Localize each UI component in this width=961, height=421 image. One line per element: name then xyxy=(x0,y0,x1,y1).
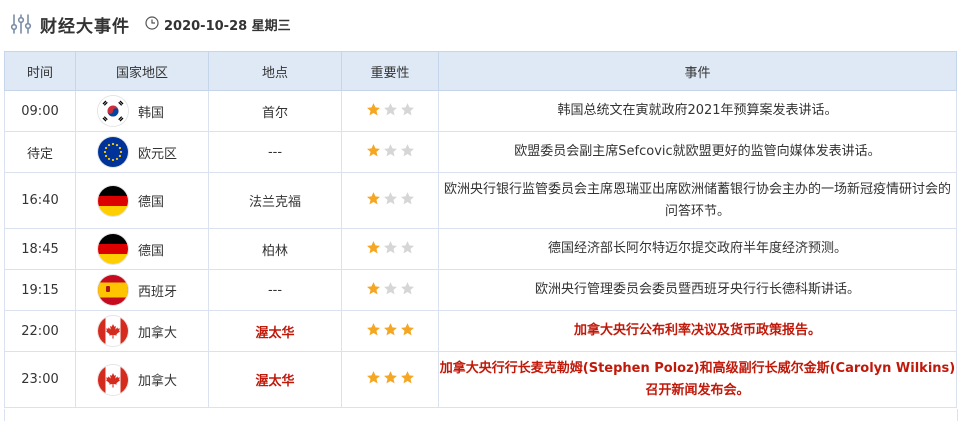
country-name: 韩国 xyxy=(138,105,165,121)
star-icon xyxy=(383,371,397,384)
table-row: 22:00 加拿大 渥太华 加拿大央行公布利率决议及货币政策报告。 xyxy=(4,310,957,352)
page-header: 财经大事件 2020-10-28 星期三 xyxy=(0,0,961,50)
eu-flag-icon xyxy=(98,137,128,167)
star-icon xyxy=(366,102,380,115)
table-row: 23:00 加拿大 渥太华 加拿大央行行长麦克勒姆(Stephen Poloz)和高级… xyxy=(4,351,957,408)
table-row: 09:00 韩国 首尔 韩国总统文在寅就政府2021年预算案发表讲话。 xyxy=(4,90,957,132)
country-cell: 西班牙 xyxy=(75,269,209,311)
importance-stars xyxy=(366,281,415,296)
time-cell: 待定 xyxy=(4,131,76,173)
column-header-importance: 重要性 xyxy=(341,51,439,91)
importance-cell xyxy=(341,351,439,408)
importance-stars xyxy=(366,240,415,255)
star-icon xyxy=(400,371,414,384)
country-name: 德国 xyxy=(138,243,165,259)
importance-cell xyxy=(341,228,439,270)
location-cell: 柏林 xyxy=(208,228,342,270)
clock-icon xyxy=(145,16,159,30)
country-name: 西班牙 xyxy=(138,284,178,300)
time-cell: 19:15 xyxy=(4,269,76,311)
event-cell: 加拿大央行公布利率决议及货币政策报告。 xyxy=(438,310,957,352)
star-icon xyxy=(400,143,414,156)
star-icon xyxy=(366,281,380,294)
location-cell: 法兰克福 xyxy=(208,172,342,229)
events-table: 时间 国家地区 地点 重要性 事件 09:00 韩国 首尔 韩国总统文在寅就政府202… xyxy=(4,51,957,408)
importance-stars xyxy=(366,370,415,385)
star-icon xyxy=(400,322,414,335)
country-cell: 欧元区 xyxy=(75,131,209,173)
event-cell: 加拿大央行行长麦克勒姆(Stephen Poloz)和高级副行长威尔金斯(Car… xyxy=(438,351,957,408)
star-icon xyxy=(400,102,414,115)
canada-flag-icon xyxy=(98,316,128,346)
country-name: 欧元区 xyxy=(138,146,178,162)
south-korea-flag-icon xyxy=(98,96,128,126)
importance-cell xyxy=(341,310,439,352)
column-header-country: 国家地区 xyxy=(75,51,209,91)
location-cell: 渥太华 xyxy=(208,351,342,408)
country-cell: 加拿大 xyxy=(75,310,209,352)
star-icon xyxy=(383,240,397,253)
time-cell: 18:45 xyxy=(4,228,76,270)
importance-stars xyxy=(366,143,415,158)
star-icon xyxy=(383,102,397,115)
importance-stars xyxy=(366,191,415,206)
star-icon xyxy=(366,192,380,205)
event-cell: 欧洲央行银行监管委员会主席恩瑞亚出席欧洲储蓄银行协会主办的一场新冠疫情研讨会的问… xyxy=(438,172,957,229)
location-cell: 首尔 xyxy=(208,90,342,132)
importance-stars xyxy=(366,102,415,117)
importance-cell xyxy=(341,90,439,132)
table-row: 待定 欧元区 --- 欧盟委员会副主席Sefcovic就欧盟更好的监管向媒体发表讲话。 xyxy=(4,131,957,173)
importance-cell xyxy=(341,172,439,229)
column-header-location: 地点 xyxy=(208,51,342,91)
importance-cell xyxy=(341,269,439,311)
event-cell: 德国经济部长阿尔特迈尔提交政府半年度经济预测。 xyxy=(438,228,957,270)
star-icon xyxy=(400,192,414,205)
time-cell: 22:00 xyxy=(4,310,76,352)
star-icon xyxy=(366,143,380,156)
spain-flag-icon xyxy=(98,275,128,305)
star-icon xyxy=(383,192,397,205)
country-cell: 韩国 xyxy=(75,90,209,132)
location-cell: 渥太华 xyxy=(208,310,342,352)
event-cell: 欧盟委员会副主席Sefcovic就欧盟更好的监管向媒体发表讲话。 xyxy=(438,131,957,173)
table-row: 16:40 德国 法兰克福 欧洲央行银行监管委员会主席恩瑞亚出席欧洲储蓄银行协会主办的… xyxy=(4,172,957,229)
country-name: 加拿大 xyxy=(138,374,178,389)
germany-flag-icon xyxy=(98,234,128,264)
table-header-row: 时间 国家地区 地点 重要性 事件 xyxy=(4,51,957,91)
table-row: 18:45 德国 柏林 德国经济部长阿尔特迈尔提交政府半年度经济预测。 xyxy=(4,228,957,270)
star-icon xyxy=(366,371,380,384)
time-cell: 09:00 xyxy=(4,90,76,132)
star-icon xyxy=(400,281,414,294)
column-header-time: 时间 xyxy=(4,51,76,91)
location-cell: --- xyxy=(208,269,342,311)
country-cell: 德国 xyxy=(75,228,209,270)
star-icon xyxy=(383,322,397,335)
importance-cell xyxy=(341,131,439,173)
header-date: 2020-10-28 星期三 xyxy=(164,19,291,34)
importance-stars xyxy=(366,322,415,337)
star-icon xyxy=(366,240,380,253)
canada-flag-icon xyxy=(98,364,128,395)
country-cell: 加拿大 xyxy=(75,351,209,408)
country-cell: 德国 xyxy=(75,172,209,229)
star-icon xyxy=(400,240,414,253)
star-icon xyxy=(366,322,380,335)
country-name: 德国 xyxy=(138,195,165,210)
star-icon xyxy=(383,143,397,156)
column-header-event: 事件 xyxy=(438,51,957,91)
country-name: 加拿大 xyxy=(138,325,178,341)
location-cell: --- xyxy=(208,131,342,173)
event-cell: 韩国总统文在寅就政府2021年预算案发表讲话。 xyxy=(438,90,957,132)
time-cell: 16:40 xyxy=(4,172,76,229)
event-cell: 欧洲央行管理委员会委员暨西班牙央行行长德科斯讲话。 xyxy=(438,269,957,311)
page-title: 财经大事件 xyxy=(40,17,130,37)
table-bottom-edge xyxy=(4,409,958,421)
germany-flag-icon xyxy=(98,185,128,216)
time-cell: 23:00 xyxy=(4,351,76,408)
sliders-icon xyxy=(10,14,32,34)
star-icon xyxy=(383,281,397,294)
table-row: 19:15 西班牙 --- 欧洲央行管理委员会委员暨西班牙央行行长德科斯讲话。 xyxy=(4,269,957,311)
